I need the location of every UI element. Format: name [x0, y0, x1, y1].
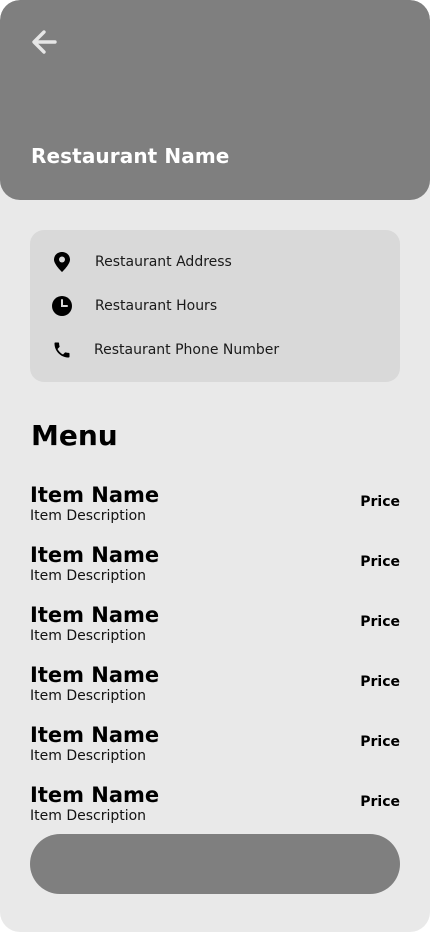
menu-item[interactable]: Item Name Item Description Price [30, 542, 400, 602]
menu-item[interactable]: Item Name Item Description Price [30, 482, 400, 542]
hours-label: Restaurant Hours [95, 298, 218, 314]
item-name: Item Name [30, 723, 160, 747]
item-price: Price [360, 734, 400, 750]
bottom-action-button[interactable] [30, 834, 400, 894]
hours-row[interactable]: Restaurant Hours [50, 294, 217, 318]
phone-icon [50, 338, 74, 362]
clock-icon [50, 294, 74, 318]
item-description: Item Description [30, 748, 147, 764]
item-name: Item Name [30, 663, 160, 687]
item-price: Price [360, 494, 400, 510]
item-description: Item Description [30, 808, 147, 824]
menu-list: Item Name Item Description Price Item Na… [30, 482, 400, 842]
item-name: Item Name [30, 483, 160, 507]
item-description: Item Description [30, 508, 147, 524]
item-description: Item Description [30, 628, 147, 644]
menu-item[interactable]: Item Name Item Description Price [30, 602, 400, 662]
item-description: Item Description [30, 688, 147, 704]
item-name: Item Name [30, 783, 160, 807]
arrow-left-icon [29, 27, 59, 61]
location-pin-icon [50, 250, 74, 274]
item-price: Price [360, 554, 400, 570]
item-price: Price [360, 794, 400, 810]
menu-item[interactable]: Item Name Item Description Price [30, 662, 400, 722]
restaurant-name-title: Restaurant Name [31, 144, 230, 168]
item-price: Price [360, 614, 400, 630]
phone-label: Restaurant Phone Number [94, 342, 280, 358]
phone-row[interactable]: Restaurant Phone Number [50, 338, 279, 362]
item-name: Item Name [30, 543, 160, 567]
item-name: Item Name [30, 603, 160, 627]
header-banner: Restaurant Name [0, 0, 430, 200]
address-label: Restaurant Address [95, 254, 232, 270]
menu-item[interactable]: Item Name Item Description Price [30, 722, 400, 782]
back-button[interactable] [26, 26, 62, 62]
menu-heading: Menu [31, 419, 118, 452]
item-description: Item Description [30, 568, 147, 584]
address-row[interactable]: Restaurant Address [50, 250, 232, 274]
menu-item[interactable]: Item Name Item Description Price [30, 782, 400, 842]
item-price: Price [360, 674, 400, 690]
restaurant-screen: Restaurant Name Restaurant Address Resta… [0, 0, 430, 932]
restaurant-info-card: Restaurant Address Restaurant Hours Rest… [30, 230, 400, 382]
